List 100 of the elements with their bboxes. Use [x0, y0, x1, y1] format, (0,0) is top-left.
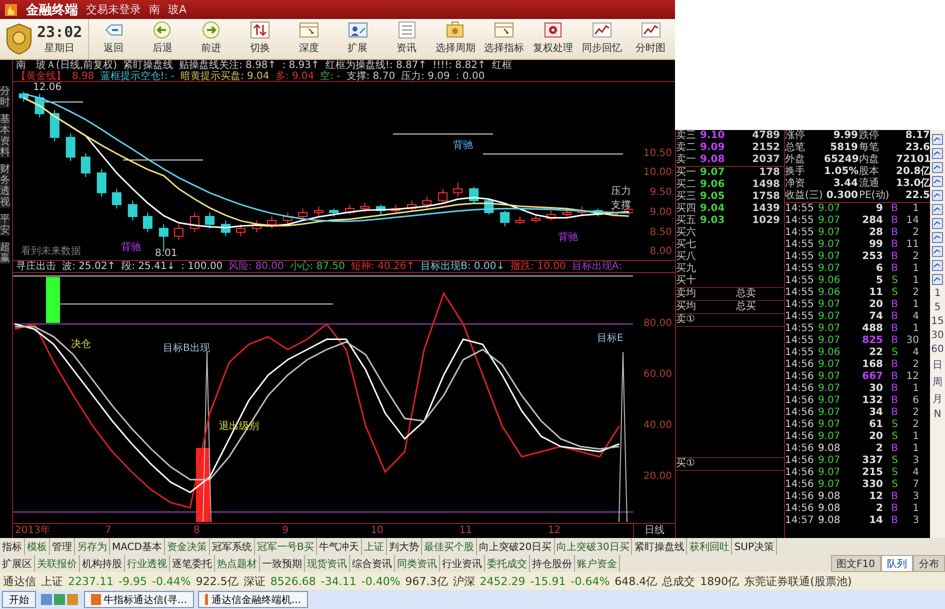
- period-tool[interactable]: 周: [932, 375, 942, 389]
- indicator-tab[interactable]: 向上突破20日买: [476, 538, 555, 555]
- tool-icon[interactable]: [932, 176, 943, 187]
- tool-icon[interactable]: [932, 204, 943, 215]
- indicator-tab[interactable]: 紧盯操盘线: [632, 538, 688, 555]
- tool-icon[interactable]: [932, 260, 943, 271]
- tick-time: 14:56: [785, 431, 815, 443]
- start-button[interactable]: 开始: [2, 591, 36, 608]
- tick-side: B: [890, 491, 898, 503]
- indicator-tab[interactable]: MACD基本: [110, 538, 165, 555]
- period-tool[interactable]: 月: [932, 392, 942, 406]
- tool-icon[interactable]: [932, 190, 943, 201]
- chart-label: 8.01: [155, 248, 178, 260]
- toolbar-button[interactable]: 分时图: [626, 19, 676, 59]
- period-tool[interactable]: 30: [931, 330, 944, 341]
- toolbar-button[interactable]: 深度: [284, 19, 334, 59]
- tick-side: B: [890, 251, 898, 263]
- taskbar-button[interactable]: 牛指标通达信(寻...: [84, 591, 194, 608]
- indicator-tab[interactable]: 另存为: [75, 538, 110, 555]
- app-title: 金融终端: [26, 2, 78, 18]
- taskbar-button[interactable]: 通达信金融终端机...: [198, 591, 308, 608]
- candlestick: [112, 188, 122, 210]
- side-tab[interactable]: 超赢: [0, 242, 10, 264]
- panel-tab[interactable]: 图文F10: [830, 555, 881, 572]
- tick-side: B: [890, 263, 898, 275]
- indicator-tab[interactable]: 管理: [50, 538, 75, 555]
- period-tool[interactable]: 5: [934, 302, 941, 313]
- app-icon: [91, 594, 101, 605]
- period-tool[interactable]: 1: [934, 288, 941, 299]
- tool-icon[interactable]: [932, 148, 943, 159]
- candlestick: [220, 220, 230, 238]
- tick-count: 1: [912, 299, 919, 311]
- candlestick: [314, 206, 324, 218]
- tool-icon[interactable]: [932, 274, 943, 285]
- indicator-info-text: 短神: 40.26↑: [351, 261, 415, 272]
- tool-icon[interactable]: [932, 134, 943, 145]
- indicator-tab[interactable]: 向上突破30日买: [554, 538, 632, 555]
- toolbar-button[interactable]: 资讯: [382, 19, 431, 59]
- panel-tab[interactable]: 队列: [881, 555, 913, 572]
- tick-count: 12: [905, 371, 919, 383]
- tick-side: S: [890, 275, 898, 287]
- indicator-tab[interactable]: 牛气冲天: [316, 538, 362, 555]
- tick-volume: 28: [868, 227, 883, 239]
- tick-time: 14:55: [785, 263, 815, 275]
- toolbar-button[interactable]: 复权处理: [528, 19, 578, 59]
- tool-icon[interactable]: [932, 162, 943, 173]
- chart-info-text: 红框: [492, 60, 512, 71]
- tool-icon[interactable]: [932, 232, 943, 243]
- status-text: 8526.68: [270, 574, 316, 588]
- period-tool[interactable]: 60: [931, 344, 944, 355]
- indicator-tab[interactable]: 资金决策: [164, 538, 210, 555]
- toolbar-button[interactable]: 选择周期: [430, 19, 480, 59]
- axis-label: 10.00: [643, 167, 672, 178]
- candlestick: [391, 204, 401, 214]
- stat-label: 涨停: [785, 130, 806, 142]
- indicator-tab[interactable]: 模板: [25, 538, 50, 555]
- queue-label[interactable]: 买①: [676, 458, 716, 470]
- indicator-tab[interactable]: 获利回吐: [687, 538, 732, 555]
- indicator-tab[interactable]: 指标: [0, 538, 25, 555]
- toolbar-button[interactable]: 返回: [89, 19, 138, 59]
- period-tool[interactable]: 日: [932, 358, 942, 372]
- tool-icon[interactable]: [932, 246, 943, 257]
- indicator-tab[interactable]: 冠军系统: [210, 538, 255, 555]
- indicator-tab[interactable]: 上证: [362, 538, 387, 555]
- summary-label: 卖均: [676, 288, 697, 300]
- side-tab[interactable]: 财务透视: [0, 164, 10, 208]
- period-tool[interactable]: 15: [931, 316, 944, 327]
- stat-label: 总笔: [785, 142, 806, 154]
- toolbar-button[interactable]: 切换: [236, 19, 284, 59]
- tick-price: 9.07: [818, 299, 842, 311]
- order-level-label: 买一: [676, 167, 697, 179]
- tick-volume: 168: [861, 359, 883, 371]
- tick-time: 14:55: [785, 299, 815, 311]
- queue-label[interactable]: 卖①: [676, 314, 716, 326]
- candlestick: [252, 220, 262, 234]
- toolbar-button[interactable]: 同步回忆: [577, 19, 626, 59]
- tool-icon[interactable]: [932, 218, 943, 229]
- indicator-info-text: 风险: 80.00: [228, 261, 284, 272]
- indicator-tab[interactable]: 冠军一号B买: [254, 538, 317, 555]
- indicator-tab[interactable]: 判大势: [386, 538, 422, 555]
- quick-launch-icon[interactable]: [40, 592, 80, 606]
- side-tab[interactable]: 分时: [0, 86, 10, 108]
- candlestick: [562, 208, 572, 218]
- status-text: -0.40%: [361, 574, 400, 588]
- level-line: [42, 102, 84, 103]
- tick-side: B: [890, 323, 898, 335]
- status-text: 通达信: [3, 574, 36, 588]
- period-tool[interactable]: N: [934, 409, 942, 420]
- toolbar-button[interactable]: 选择指标: [480, 19, 529, 59]
- status-text: 上证: [41, 574, 63, 588]
- panel-tab[interactable]: 分布: [913, 555, 945, 572]
- toolbar-button[interactable]: 后退: [138, 19, 187, 59]
- toolbar-button[interactable]: 扩展: [333, 19, 382, 59]
- side-tab[interactable]: 基本资料: [0, 114, 10, 158]
- toolbar-button[interactable]: 前进: [186, 19, 236, 59]
- stat-label: 内盘: [859, 154, 880, 166]
- tick-count: 1: [912, 323, 919, 335]
- indicator-tab[interactable]: SUP决策: [732, 538, 778, 555]
- side-tab[interactable]: 平安: [0, 214, 10, 236]
- indicator-tab[interactable]: 最佳买个股: [422, 538, 477, 555]
